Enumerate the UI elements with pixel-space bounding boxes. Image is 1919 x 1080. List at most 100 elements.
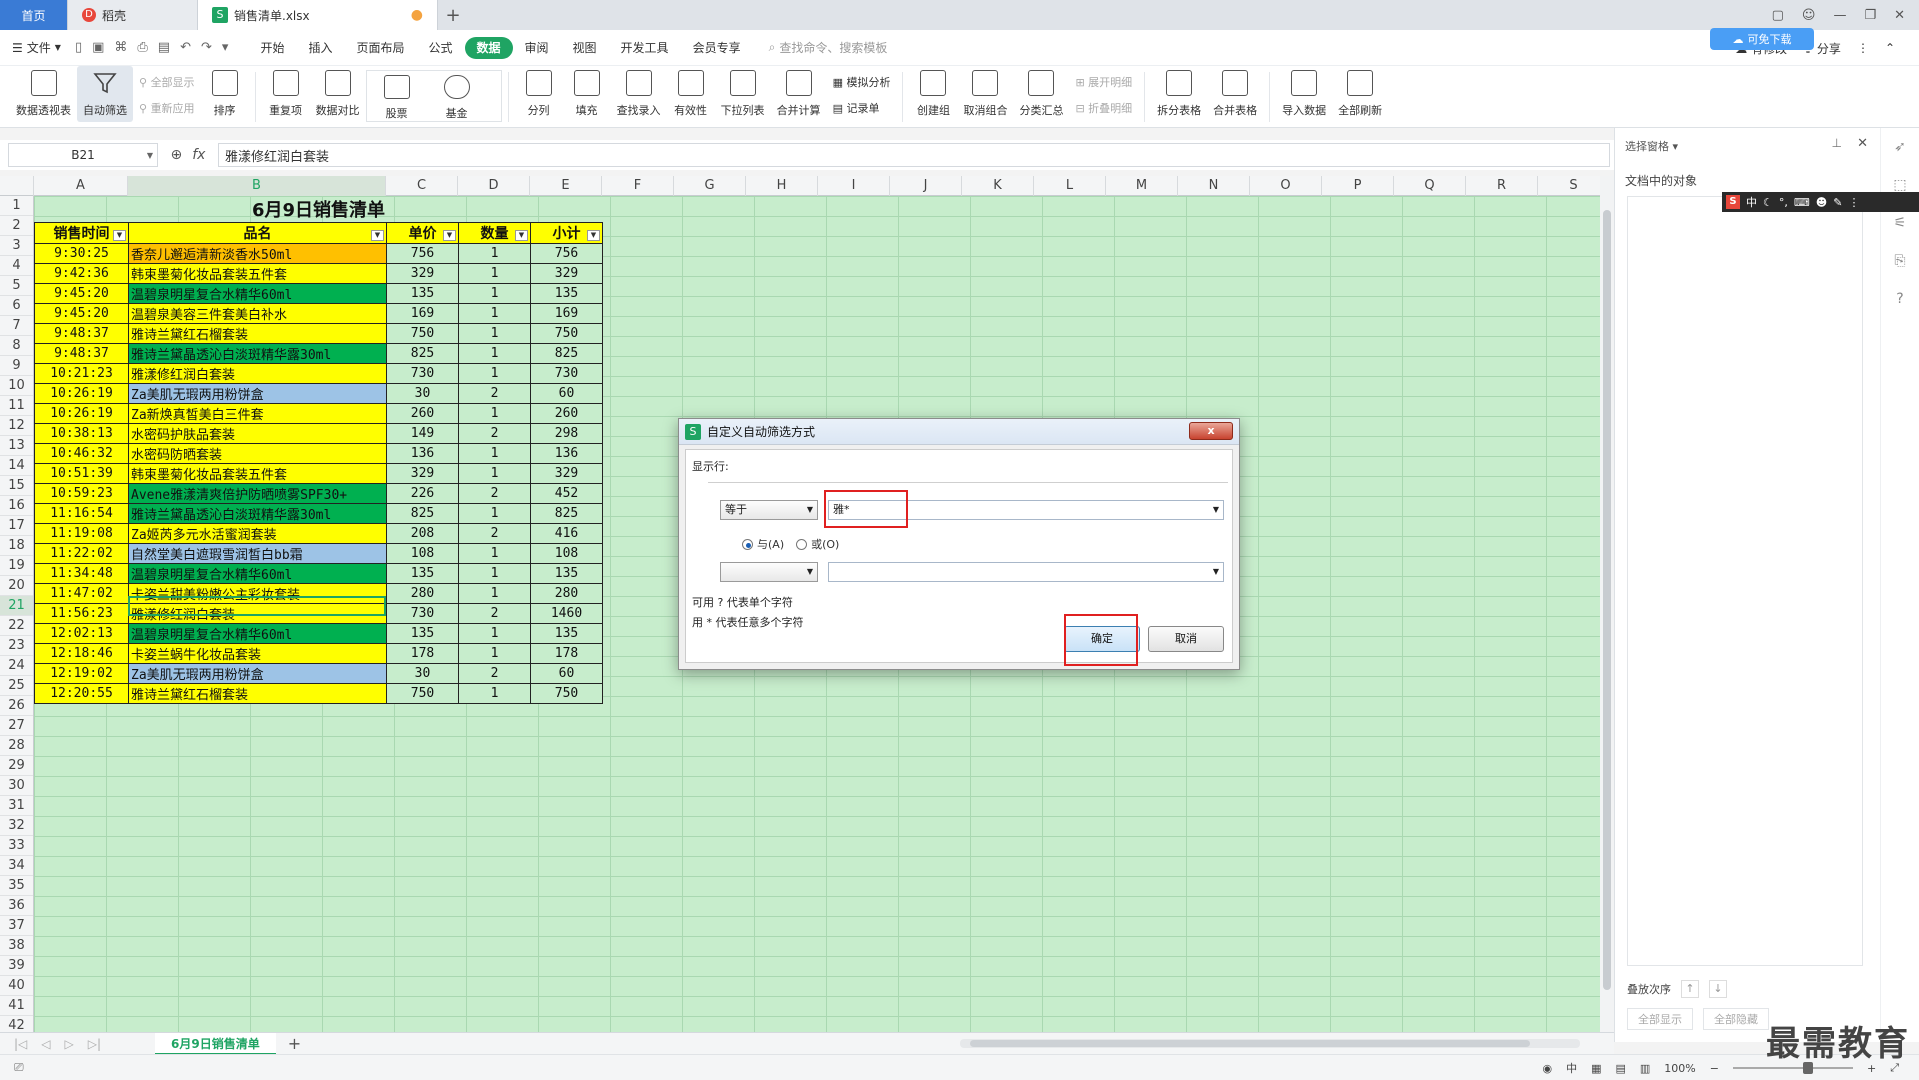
move-up-icon[interactable]: ↑ [1681, 980, 1699, 998]
cell-name[interactable]: 水密码护肤品套装 [128, 423, 387, 444]
cell-time[interactable]: 12:19:02 [34, 663, 129, 684]
header-time[interactable]: 销售时间 ▼ [34, 222, 129, 244]
cell-price[interactable]: 135 [386, 623, 459, 644]
zoom-out-icon[interactable]: − [1710, 1062, 1719, 1075]
menu-developer[interactable]: 开发工具 [609, 37, 681, 59]
row-header[interactable]: 35 [0, 876, 33, 896]
cell-name[interactable]: Za姬芮多元水活蜜润套装 [128, 523, 387, 544]
cell-qty[interactable]: 1 [458, 463, 531, 484]
cell-time[interactable]: 10:46:32 [34, 443, 129, 464]
reapply-button[interactable]: ⚲ 重新应用 [139, 100, 195, 116]
pivot-table-button[interactable]: 数据透视表 [10, 66, 77, 118]
help-icon[interactable]: ? [1881, 280, 1919, 318]
row-header[interactable]: 2 [0, 216, 33, 236]
column-header[interactable]: H [746, 176, 818, 196]
row-header[interactable]: 6 [0, 296, 33, 316]
cell-qty[interactable]: 1 [458, 303, 531, 324]
operator-2-select[interactable]: ▼ [720, 562, 818, 582]
cell-qty[interactable]: 2 [458, 663, 531, 684]
row-header[interactable]: 18 [0, 536, 33, 556]
horizontal-scrollbar[interactable] [960, 1039, 1580, 1048]
row-header[interactable]: 29 [0, 756, 33, 776]
cell-price[interactable]: 329 [386, 463, 459, 484]
cell-price[interactable]: 136 [386, 443, 459, 464]
row-header[interactable]: 40 [0, 976, 33, 996]
hscroll-thumb[interactable] [970, 1040, 1530, 1047]
cell-name[interactable]: Avene雅漾清爽倍护防晒喷雾SPF30+ [128, 483, 387, 504]
row-header[interactable]: 34 [0, 856, 33, 876]
close-window-icon[interactable]: ✕ [1894, 8, 1905, 23]
cell-subtotal[interactable]: 416 [530, 523, 603, 544]
refresh-all-button[interactable]: 全部刷新 [1332, 66, 1388, 118]
header-name[interactable]: 品名 ▼ [128, 222, 387, 244]
cell-name[interactable]: 雅漾修红润白套装 [128, 363, 387, 384]
cell-price[interactable]: 750 [386, 323, 459, 344]
cell-price[interactable]: 135 [386, 283, 459, 304]
cell-price[interactable]: 149 [386, 423, 459, 444]
window-layout-icon[interactable]: ▢ [1772, 8, 1784, 23]
row-header[interactable]: 22 [0, 616, 33, 636]
cell-subtotal[interactable]: 825 [530, 503, 603, 524]
cancel-button[interactable]: 取消 [1148, 626, 1224, 652]
cell-qty[interactable]: 1 [458, 503, 531, 524]
cell-subtotal[interactable]: 60 [530, 383, 603, 404]
menu-page-layout[interactable]: 页面布局 [344, 37, 416, 59]
column-header[interactable]: P [1322, 176, 1394, 196]
split-column-button[interactable]: 分列 [515, 66, 563, 118]
cell-qty[interactable]: 1 [458, 363, 531, 384]
new-tab-button[interactable]: + [438, 0, 468, 30]
fx-icon[interactable]: fx [192, 147, 205, 163]
cloud-badge[interactable]: ☁ 可免下载 [1710, 28, 1814, 50]
move-down-icon[interactable]: ↓ [1709, 980, 1727, 998]
macro-record-icon[interactable]: ⎚ [14, 1060, 24, 1075]
page-layout-view-icon[interactable]: ▤ [1615, 1062, 1625, 1075]
file-menu[interactable]: ☰ 文件 ▼ [12, 39, 61, 56]
filter-dropdown-icon[interactable]: ▼ [587, 230, 600, 241]
column-header[interactable]: B [128, 176, 386, 196]
zoom-slider[interactable] [1732, 1062, 1853, 1074]
cell-qty[interactable]: 2 [458, 523, 531, 544]
column-header[interactable]: A [34, 176, 128, 196]
sheet-tab[interactable]: 6月9日销售清单 [155, 1032, 276, 1055]
cell-subtotal[interactable]: 260 [530, 403, 603, 424]
cell-name[interactable]: 韩束墨菊化妆品套装五件套 [128, 263, 387, 284]
cell-subtotal[interactable]: 108 [530, 543, 603, 564]
wrench-icon[interactable]: ✎ [1833, 196, 1842, 209]
cell-name[interactable]: 韩束墨菊化妆品套装五件套 [128, 463, 387, 484]
cell-price[interactable]: 329 [386, 263, 459, 284]
cell-time[interactable]: 9:48:37 [34, 343, 129, 364]
menu-member[interactable]: 会员专享 [681, 37, 753, 59]
cell-price[interactable]: 135 [386, 563, 459, 584]
cell-time[interactable]: 10:26:19 [34, 403, 129, 424]
cell-subtotal[interactable]: 60 [530, 663, 603, 684]
cell-subtotal[interactable]: 329 [530, 463, 603, 484]
cell-name[interactable]: 香奈儿邂逅清新淡香水50ml [128, 243, 387, 264]
whatif-button[interactable]: ▦ 模拟分析 [833, 74, 891, 90]
user-avatar-icon[interactable]: ☺ [1802, 8, 1816, 23]
row-header[interactable]: 19 [0, 556, 33, 576]
cell-price[interactable]: 169 [386, 303, 459, 324]
column-header[interactable]: E [530, 176, 602, 196]
row-header[interactable]: 24 [0, 656, 33, 676]
filter-dropdown-icon[interactable]: ▼ [443, 230, 456, 241]
vertical-scrollbar[interactable] [1600, 176, 1614, 1032]
cell-time[interactable]: 10:26:19 [34, 383, 129, 404]
cell-time[interactable]: 11:22:02 [34, 543, 129, 564]
subtotal-button[interactable]: 分类汇总 [1013, 66, 1069, 118]
cell-qty[interactable]: 2 [458, 383, 531, 404]
keyboard-icon[interactable]: ⌨ [1794, 196, 1810, 209]
last-sheet-icon[interactable]: ▷| [88, 1037, 101, 1051]
row-header[interactable]: 32 [0, 816, 33, 836]
cell-subtotal[interactable]: 280 [530, 583, 603, 604]
cell-name[interactable]: 雅诗兰黛晶透沁白淡斑精华露30ml [128, 343, 387, 364]
operator-1-select[interactable]: 等于 ▼ [720, 500, 818, 520]
cell-qty[interactable]: 1 [458, 443, 531, 464]
cell-subtotal[interactable]: 169 [530, 303, 603, 324]
cell-qty[interactable]: 1 [458, 323, 531, 344]
and-radio[interactable]: 与(A) [742, 536, 784, 552]
cell-qty[interactable]: 2 [458, 603, 531, 624]
cell-time[interactable]: 10:59:23 [34, 483, 129, 504]
ime-status-icon[interactable]: 中 [1566, 1060, 1577, 1076]
user-icon[interactable]: ☻ [1816, 196, 1827, 209]
value-2-input[interactable]: ▼ [828, 562, 1224, 582]
